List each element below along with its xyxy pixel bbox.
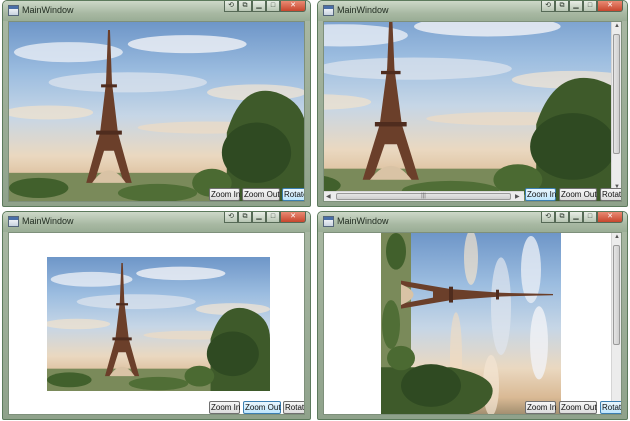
caption-buttons: ⟲ ⧉ ▁ □ ✕ xyxy=(541,212,623,224)
minimize-icon[interactable]: ▁ xyxy=(569,1,583,12)
maximize-icon[interactable]: □ xyxy=(266,1,280,12)
minimize-icon[interactable]: ▁ xyxy=(252,1,266,12)
caption-buttons: ⟲ ⧉ ▁ □ ✕ xyxy=(224,212,306,224)
minimize-icon[interactable]: ▁ xyxy=(569,212,583,223)
restore-icon[interactable]: ⧉ xyxy=(238,1,252,12)
horizontal-scrollbar[interactable]: ◀ ||| ▶ xyxy=(324,191,524,201)
zoom-in-button[interactable]: Zoom In xyxy=(525,188,556,201)
title-bar: MainWindow ⟲ ⧉ ▁ □ ✕ xyxy=(3,212,310,232)
window-title: MainWindow xyxy=(22,216,74,226)
close-icon[interactable]: ✕ xyxy=(280,212,306,223)
help-icon[interactable]: ⟲ xyxy=(541,212,555,223)
eiffel-tower-image-zoomed-out xyxy=(47,257,270,391)
scroll-up-icon[interactable]: ▲ xyxy=(614,23,620,29)
title-bar: MainWindow ⟲ ⧉ ▁ □ ✕ xyxy=(318,212,627,232)
zoom-out-button[interactable]: Zoom Out xyxy=(559,401,597,414)
window-top-right: MainWindow ⟲ ⧉ ▁ □ ✕ ▲ ▼ ◀ ||| ▶ Zoom In… xyxy=(317,0,628,207)
app-icon xyxy=(8,5,19,16)
client-area: ▲ ▼ Zoom In Zoom Out Rotate xyxy=(323,232,622,415)
restore-icon[interactable]: ⧉ xyxy=(238,212,252,223)
client-area: ▲ ▼ ◀ ||| ▶ Zoom In Zoom Out Rotate xyxy=(323,21,622,202)
title-bar: MainWindow ⟲ ⧉ ▁ □ ✕ xyxy=(318,1,627,21)
close-icon[interactable]: ✕ xyxy=(597,1,623,12)
rotate-button[interactable]: Rotate xyxy=(283,401,304,414)
help-icon[interactable]: ⟲ xyxy=(541,1,555,12)
app-icon xyxy=(8,216,19,227)
eiffel-tower-image-rotated xyxy=(381,233,561,414)
window-bottom-right: MainWindow ⟲ ⧉ ▁ □ ✕ ▲ ▼ Zoom In Zoom Ou… xyxy=(317,211,628,420)
maximize-icon[interactable]: □ xyxy=(583,212,597,223)
rotate-button[interactable]: Rotate xyxy=(600,401,621,414)
rotate-button[interactable]: Rotate xyxy=(282,188,304,201)
app-icon xyxy=(323,216,334,227)
zoom-out-button[interactable]: Zoom Out xyxy=(243,401,281,414)
window-title: MainWindow xyxy=(22,5,74,15)
help-icon[interactable]: ⟲ xyxy=(224,1,238,12)
client-area: Zoom In Zoom Out Rotate xyxy=(8,21,305,202)
window-title: MainWindow xyxy=(337,216,389,226)
scroll-left-icon[interactable]: ◀ xyxy=(326,193,331,200)
zoom-out-button[interactable]: Zoom Out xyxy=(242,188,280,201)
zoom-out-button[interactable]: Zoom Out xyxy=(559,188,597,201)
zoom-in-button[interactable]: Zoom In xyxy=(209,401,240,414)
title-bar: MainWindow ⟲ ⧉ ▁ □ ✕ xyxy=(3,1,310,21)
window-bottom-left: MainWindow ⟲ ⧉ ▁ □ ✕ Zoom In Zoom Out Ro… xyxy=(2,211,311,420)
eiffel-tower-image xyxy=(9,22,304,201)
close-icon[interactable]: ✕ xyxy=(280,1,306,12)
restore-icon[interactable]: ⧉ xyxy=(555,1,569,12)
close-icon[interactable]: ✕ xyxy=(597,212,623,223)
scroll-up-icon[interactable]: ▲ xyxy=(614,234,620,240)
minimize-icon[interactable]: ▁ xyxy=(252,212,266,223)
app-icon xyxy=(323,5,334,16)
vertical-scroll-thumb[interactable] xyxy=(613,34,620,154)
window-top-left: MainWindow ⟲ ⧉ ▁ □ ✕ Zoom In Zoom Out Ro… xyxy=(2,0,311,207)
restore-icon[interactable]: ⧉ xyxy=(555,212,569,223)
horizontal-scroll-thumb[interactable]: ||| xyxy=(336,193,511,200)
client-area: Zoom In Zoom Out Rotate xyxy=(8,232,305,415)
maximize-icon[interactable]: □ xyxy=(583,1,597,12)
window-title: MainWindow xyxy=(337,5,389,15)
maximize-icon[interactable]: □ xyxy=(266,212,280,223)
vertical-scrollbar[interactable]: ▲ ▼ xyxy=(611,233,621,414)
eiffel-tower-image-zoomed xyxy=(324,22,621,201)
vertical-scrollbar[interactable]: ▲ ▼ xyxy=(611,22,621,193)
help-icon[interactable]: ⟲ xyxy=(224,212,238,223)
caption-buttons: ⟲ ⧉ ▁ □ ✕ xyxy=(224,1,306,13)
zoom-in-button[interactable]: Zoom In xyxy=(209,188,240,201)
zoom-in-button[interactable]: Zoom In xyxy=(525,401,556,414)
rotate-button[interactable]: Rotate xyxy=(600,188,621,201)
vertical-scroll-thumb[interactable] xyxy=(613,245,620,345)
scroll-right-icon[interactable]: ▶ xyxy=(515,193,520,200)
caption-buttons: ⟲ ⧉ ▁ □ ✕ xyxy=(541,1,623,13)
